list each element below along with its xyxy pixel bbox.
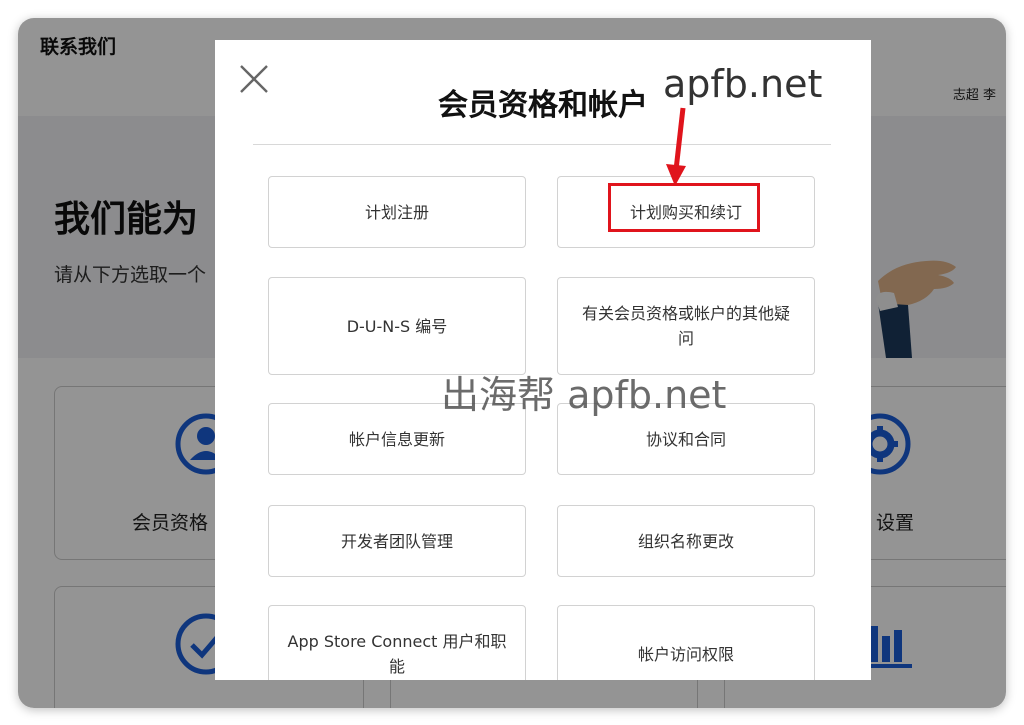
option-other-questions[interactable]: 有关会员资格或帐户的其他疑问: [557, 277, 815, 375]
option-team-management[interactable]: 开发者团队管理: [268, 505, 526, 577]
browser-window: 联系我们 志超 李 我们能为 请从下方选取一个 会员资格 设置 会员资格和帐户 …: [18, 18, 1006, 708]
modal-divider: [253, 144, 831, 145]
watermark-top: apfb.net: [663, 62, 823, 106]
option-account-access[interactable]: 帐户访问权限: [557, 605, 815, 680]
highlight-box: [608, 183, 760, 232]
option-program-enrollment[interactable]: 计划注册: [268, 176, 526, 248]
option-app-store-connect-users[interactable]: App Store Connect 用户和职能: [268, 605, 526, 680]
option-duns-number[interactable]: D-U-N-S 编号: [268, 277, 526, 375]
option-organization-name-change[interactable]: 组织名称更改: [557, 505, 815, 577]
membership-modal: 会员资格和帐户 计划注册 计划购买和续订 D-U-N-S 编号 有关会员资格或帐…: [215, 40, 871, 680]
watermark-center: 出海帮 apfb.net: [441, 373, 727, 417]
red-arrow-annotation: [666, 107, 686, 186]
